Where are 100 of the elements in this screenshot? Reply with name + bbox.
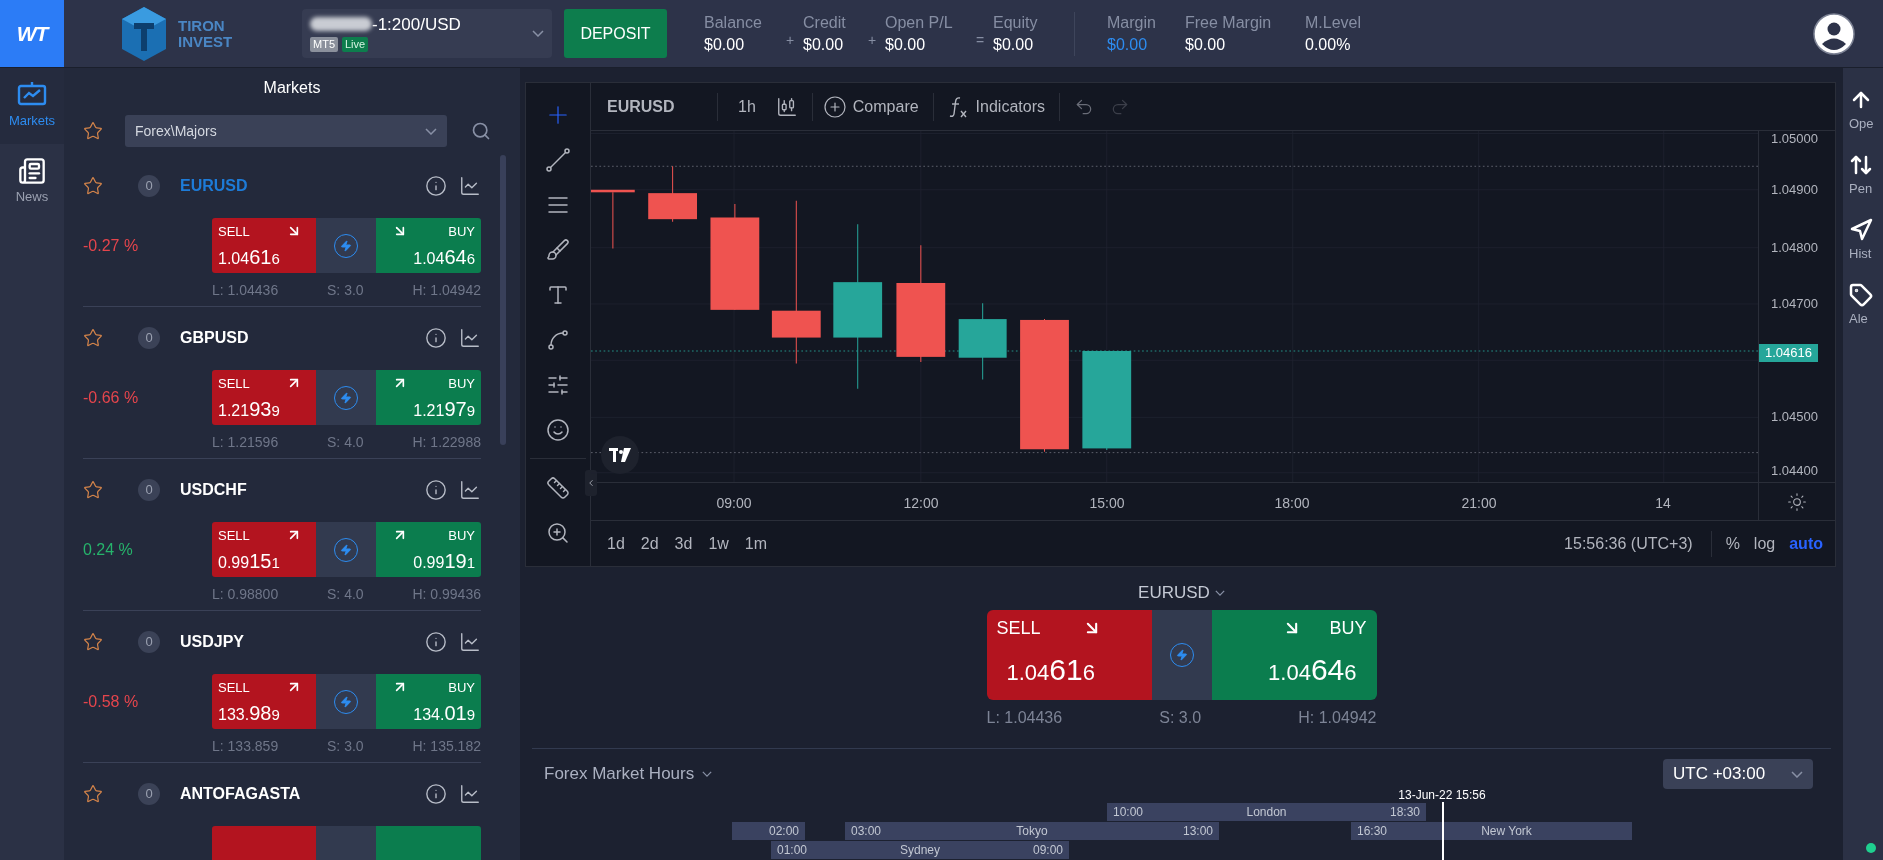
chart-logo-icon[interactable] xyxy=(601,436,639,474)
sell-button[interactable]: SELL 1.04616 xyxy=(986,610,1152,700)
high-price: H: 135.182 xyxy=(412,737,481,755)
axis-label: 1.04700 xyxy=(1771,297,1818,311)
category-dropdown[interactable]: Forex\Majors xyxy=(125,115,447,147)
count-badge: 0 xyxy=(138,783,160,805)
price: 1.21939 xyxy=(218,397,280,421)
sliders-icon[interactable] xyxy=(546,372,570,397)
count-badge: 0 xyxy=(138,631,160,653)
chart-icon[interactable] xyxy=(459,783,481,805)
app-logo[interactable]: WT xyxy=(0,0,64,67)
star-icon[interactable] xyxy=(83,121,103,141)
pattern-icon[interactable] xyxy=(546,327,570,352)
chart-symbol[interactable]: EURUSD xyxy=(607,94,717,119)
spread: S: 4.0 xyxy=(327,433,364,451)
interval-button[interactable]: 1h xyxy=(738,94,756,119)
stat-label: Open P/L xyxy=(885,14,954,31)
buy-button[interactable]: BUY 1.04646 xyxy=(1211,610,1377,700)
trend-line-icon[interactable] xyxy=(545,146,571,173)
scrollbar-thumb[interactable] xyxy=(500,155,506,445)
sell-button[interactable]: SELL 1.04616 xyxy=(212,218,316,273)
axis-label: 21:00 xyxy=(1461,494,1497,513)
count-badge: 0 xyxy=(138,479,160,501)
buy-button[interactable]: BUY 1.04646 xyxy=(376,218,481,273)
high-price: H: 1.04942 xyxy=(1298,709,1377,727)
current-time-line xyxy=(1442,802,1444,860)
symbol-name[interactable]: GBPUSD xyxy=(180,326,249,350)
star-icon[interactable] xyxy=(83,176,103,196)
sell-button[interactable]: SELL 1.21939 xyxy=(212,370,316,425)
star-icon[interactable] xyxy=(83,328,103,348)
panel-title: Markets xyxy=(262,78,322,98)
high-price: H: 1.22988 xyxy=(412,433,481,451)
low-price: L: 0.98800 xyxy=(212,585,279,603)
axis-label: 1.05000 xyxy=(1771,132,1818,146)
platform-badge: MT5 xyxy=(310,36,338,52)
scale-option[interactable]: % xyxy=(1725,531,1740,556)
star-icon[interactable] xyxy=(83,784,103,804)
star-icon[interactable] xyxy=(83,480,103,500)
stat-label: Equity xyxy=(993,14,1039,31)
ruler-icon[interactable] xyxy=(546,475,570,500)
stat-value: $0.00 xyxy=(803,36,845,53)
stat-label: M.Level xyxy=(1305,14,1363,31)
cube-logo-icon xyxy=(120,4,168,63)
zoom-in-icon[interactable] xyxy=(546,520,570,545)
smiley-icon[interactable] xyxy=(546,417,570,442)
buy-button[interactable]: BUY 134.019 xyxy=(376,674,481,729)
price: 0.99151 xyxy=(218,549,280,573)
deposit-button[interactable]: DEPOSIT xyxy=(564,9,667,58)
sidebar-item[interactable]: Ale xyxy=(1843,275,1883,340)
spread: S: 4.0 xyxy=(327,585,364,603)
indicators-button[interactable]: Indicators xyxy=(947,94,1045,119)
range-button[interactable]: 1d xyxy=(605,531,627,556)
info-icon[interactable] xyxy=(425,175,447,197)
chart-icon[interactable] xyxy=(459,327,481,349)
sell-button[interactable]: SELL 0.99151 xyxy=(212,522,316,577)
chevron-left-icon xyxy=(586,478,596,488)
range-button[interactable]: 1m xyxy=(742,531,770,556)
sidebar-item[interactable]: Hist xyxy=(1843,210,1883,275)
range-button[interactable]: 3d xyxy=(672,531,695,556)
session-bar: 16:30 New York xyxy=(1351,822,1632,840)
symbol-name[interactable]: USDJPY xyxy=(180,630,245,654)
search-icon[interactable] xyxy=(471,121,491,141)
brush-icon[interactable] xyxy=(546,237,570,262)
price: 133.989 xyxy=(218,701,280,725)
info-icon[interactable] xyxy=(425,479,447,501)
scale-option[interactable]: auto xyxy=(1789,531,1823,556)
info-icon[interactable] xyxy=(425,783,447,805)
price: 1.21979 xyxy=(413,397,475,421)
info-icon[interactable] xyxy=(425,327,447,349)
symbol-name[interactable]: ANTOFAGASTA xyxy=(180,782,301,806)
range-button[interactable]: 2d xyxy=(638,531,661,556)
range-button[interactable]: 1w xyxy=(706,531,731,556)
nav-item[interactable]: News xyxy=(0,144,64,220)
chevron-down-icon xyxy=(532,30,544,37)
chart-icon[interactable] xyxy=(459,175,481,197)
user-avatar-icon[interactable] xyxy=(1813,12,1855,55)
trade-symbol[interactable]: EURUSD xyxy=(1138,585,1210,601)
chevron-down-icon xyxy=(425,127,437,135)
timezone-dropdown[interactable]: UTC +03:00 xyxy=(1663,759,1813,789)
high-price: H: 0.99436 xyxy=(412,585,481,603)
brand-name: TIRON xyxy=(178,17,226,34)
section-title[interactable]: Forex Market Hours xyxy=(544,761,695,787)
candlestick-icon[interactable] xyxy=(775,95,798,118)
info-icon[interactable] xyxy=(425,631,447,653)
nav-item[interactable]: Markets xyxy=(0,68,64,144)
compare-button[interactable]: Compare xyxy=(822,94,919,119)
chart-icon[interactable] xyxy=(459,631,481,653)
scale-option[interactable]: log xyxy=(1753,531,1776,556)
symbol-name[interactable]: USDCHF xyxy=(180,478,247,502)
low-price: L: 133.859 xyxy=(212,737,279,755)
buy-button[interactable]: BUY 0.99191 xyxy=(376,522,481,577)
stat-value: $0.00 xyxy=(1107,36,1149,53)
chart-icon[interactable] xyxy=(459,479,481,501)
sell-button[interactable]: SELL 133.989 xyxy=(212,674,316,729)
account-selector[interactable]: -1:200/USD MT5 Live xyxy=(302,9,552,58)
sidebar-item[interactable]: Pen xyxy=(1843,145,1883,210)
settings-icon[interactable] xyxy=(1787,491,1807,512)
sidebar-item[interactable]: Ope xyxy=(1843,80,1883,145)
star-icon[interactable] xyxy=(83,632,103,652)
buy-button[interactable]: BUY 1.21979 xyxy=(376,370,481,425)
